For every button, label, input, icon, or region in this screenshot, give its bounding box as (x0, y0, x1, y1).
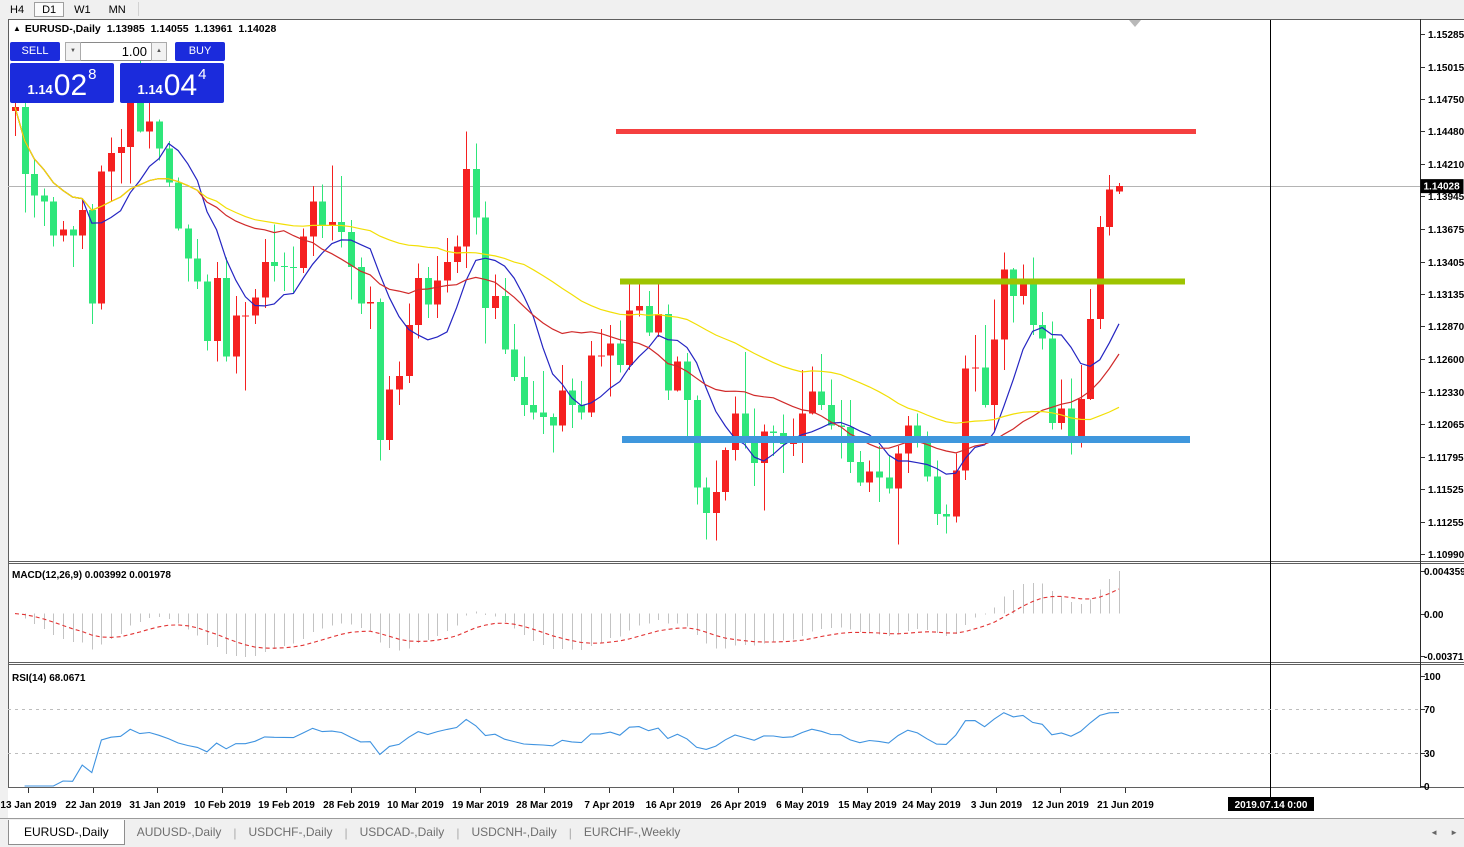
sell-button[interactable]: SELL (10, 42, 60, 61)
svg-text:16 Apr 2019: 16 Apr 2019 (646, 800, 702, 811)
svg-text:1.14210: 1.14210 (1428, 160, 1464, 171)
chart-tab-usdcad-daily[interactable]: USDCAD-,Daily (348, 820, 457, 845)
buy-price-quote[interactable]: 1.14044 (120, 63, 224, 103)
sell-price-quote[interactable]: 1.14028 (10, 63, 114, 103)
svg-text:1.12870: 1.12870 (1428, 322, 1464, 333)
chart-tab-usdcnh-daily[interactable]: USDCNH-,Daily (459, 820, 568, 845)
svg-text:12 Jun 2019: 12 Jun 2019 (1032, 800, 1089, 811)
svg-text:3 Jun 2019: 3 Jun 2019 (971, 800, 1023, 811)
symbol-collapse-icon[interactable]: ▲ (13, 24, 21, 33)
svg-text:0.00: 0.00 (1424, 610, 1444, 621)
svg-text:1.15015: 1.15015 (1428, 63, 1464, 74)
volume-input[interactable] (81, 42, 151, 61)
one-click-trading-panel: SELL ▼ ▲ BUY 1.14028 1.14044 (10, 42, 230, 103)
timeframe-button-w1[interactable]: W1 (66, 2, 99, 17)
svg-text:1.11795: 1.11795 (1428, 453, 1464, 464)
buy-price-prefix: 1.14 (137, 82, 162, 97)
tab-scroll-right-icon[interactable]: ► (1450, 828, 1458, 837)
svg-text:10 Mar 2019: 10 Mar 2019 (387, 800, 444, 811)
svg-text:31 Jan 2019: 31 Jan 2019 (129, 800, 186, 811)
svg-text:28 Feb 2019: 28 Feb 2019 (323, 800, 380, 811)
svg-text:1.14750: 1.14750 (1428, 95, 1464, 106)
svg-text:1.13405: 1.13405 (1428, 258, 1464, 269)
volume-increase-button[interactable]: ▲ (151, 42, 167, 61)
svg-text:7 Apr 2019: 7 Apr 2019 (584, 800, 635, 811)
chart-ohlc-header: ▲ EURUSD-,Daily 1.13985 1.14055 1.13961 1… (13, 23, 279, 35)
price-chart[interactable]: 1.152851.150151.147501.144801.142101.139… (0, 0, 1464, 818)
sell-price-prefix: 1.14 (27, 82, 52, 97)
svg-text:1.15285: 1.15285 (1428, 30, 1464, 41)
svg-text:10 Feb 2019: 10 Feb 2019 (194, 800, 251, 811)
svg-text:1.11255: 1.11255 (1428, 518, 1464, 529)
svg-text:19 Feb 2019: 19 Feb 2019 (258, 800, 315, 811)
svg-text:100: 100 (1424, 672, 1441, 683)
svg-text:24 May 2019: 24 May 2019 (902, 800, 961, 811)
chevron-down-icon: ▼ (70, 48, 76, 54)
ohlc-close: 1.14028 (238, 23, 276, 35)
svg-text:21 Jun 2019: 21 Jun 2019 (1097, 800, 1154, 811)
svg-text:28 Mar 2019: 28 Mar 2019 (516, 800, 573, 811)
svg-text:0: 0 (1424, 782, 1430, 793)
sell-price-big: 02 (54, 71, 87, 101)
chart-tab-eurusd-daily[interactable]: EURUSD-,Daily (8, 820, 125, 845)
toolbar-separator (138, 2, 139, 16)
svg-text:1.12330: 1.12330 (1428, 388, 1464, 399)
rsi-label: RSI(14) 68.0671 (12, 673, 86, 684)
chart-tab-eurchf-weekly[interactable]: EURCHF-,Weekly (572, 820, 692, 845)
svg-text:1.12600: 1.12600 (1428, 355, 1464, 366)
timeframe-button-d1[interactable]: D1 (34, 2, 64, 17)
current-price-label: 1.14028 (1421, 179, 1464, 193)
tab-scroll-arrows: ◄► (1430, 819, 1458, 846)
chart-tab-audusd-daily[interactable]: AUDUSD-,Daily (125, 820, 234, 845)
svg-text:1.13135: 1.13135 (1428, 290, 1464, 301)
svg-text:1.14480: 1.14480 (1428, 127, 1464, 138)
chevron-up-icon: ▲ (156, 48, 162, 54)
date-cursor-label: 2019.07.14 0:00 (1228, 797, 1314, 811)
ohlc-open: 1.13985 (107, 23, 145, 35)
svg-text:2019.07.14 0:00: 2019.07.14 0:00 (1235, 800, 1308, 811)
sell-price-sup: 8 (88, 66, 96, 83)
chart-tab-bar: EURUSD-,DailyAUDUSD-,Daily|USDCHF-,Daily… (0, 818, 1464, 846)
svg-text:1.12065: 1.12065 (1428, 420, 1464, 431)
ohlc-high: 1.14055 (151, 23, 189, 35)
svg-text:-0.00371: -0.00371 (1424, 652, 1464, 663)
svg-text:6 May 2019: 6 May 2019 (776, 800, 829, 811)
macd-label: MACD(12,26,9) 0.003992 0.001978 (12, 570, 171, 581)
svg-text:1.11525: 1.11525 (1428, 485, 1464, 496)
tab-scroll-left-icon[interactable]: ◄ (1430, 828, 1438, 837)
timeframe-toolbar: H4D1W1MN (0, 0, 1464, 18)
svg-text:1.14028: 1.14028 (1424, 182, 1461, 193)
svg-text:22 Jan 2019: 22 Jan 2019 (65, 800, 122, 811)
svg-text:1.10990: 1.10990 (1428, 550, 1464, 561)
svg-text:13 Jan 2019: 13 Jan 2019 (0, 800, 57, 811)
buy-price-big: 04 (164, 71, 197, 101)
buy-price-sup: 4 (198, 66, 206, 83)
svg-text:26 Apr 2019: 26 Apr 2019 (711, 800, 767, 811)
ohlc-low: 1.13961 (194, 23, 232, 35)
svg-text:1.13945: 1.13945 (1428, 192, 1464, 203)
svg-text:30: 30 (1424, 749, 1436, 760)
svg-text:15 May 2019: 15 May 2019 (838, 800, 897, 811)
svg-text:1.13675: 1.13675 (1428, 225, 1464, 236)
buy-button[interactable]: BUY (175, 42, 225, 61)
timeframe-button-h4[interactable]: H4 (2, 2, 32, 17)
symbol-title: EURUSD-,Daily (25, 23, 101, 35)
svg-text:0.004359: 0.004359 (1424, 567, 1464, 578)
volume-decrease-button[interactable]: ▼ (65, 42, 81, 61)
svg-text:19 Mar 2019: 19 Mar 2019 (452, 800, 509, 811)
timeframe-button-mn[interactable]: MN (101, 2, 134, 17)
chart-tab-usdchf-daily[interactable]: USDCHF-,Daily (237, 820, 345, 845)
svg-text:70: 70 (1424, 705, 1436, 716)
